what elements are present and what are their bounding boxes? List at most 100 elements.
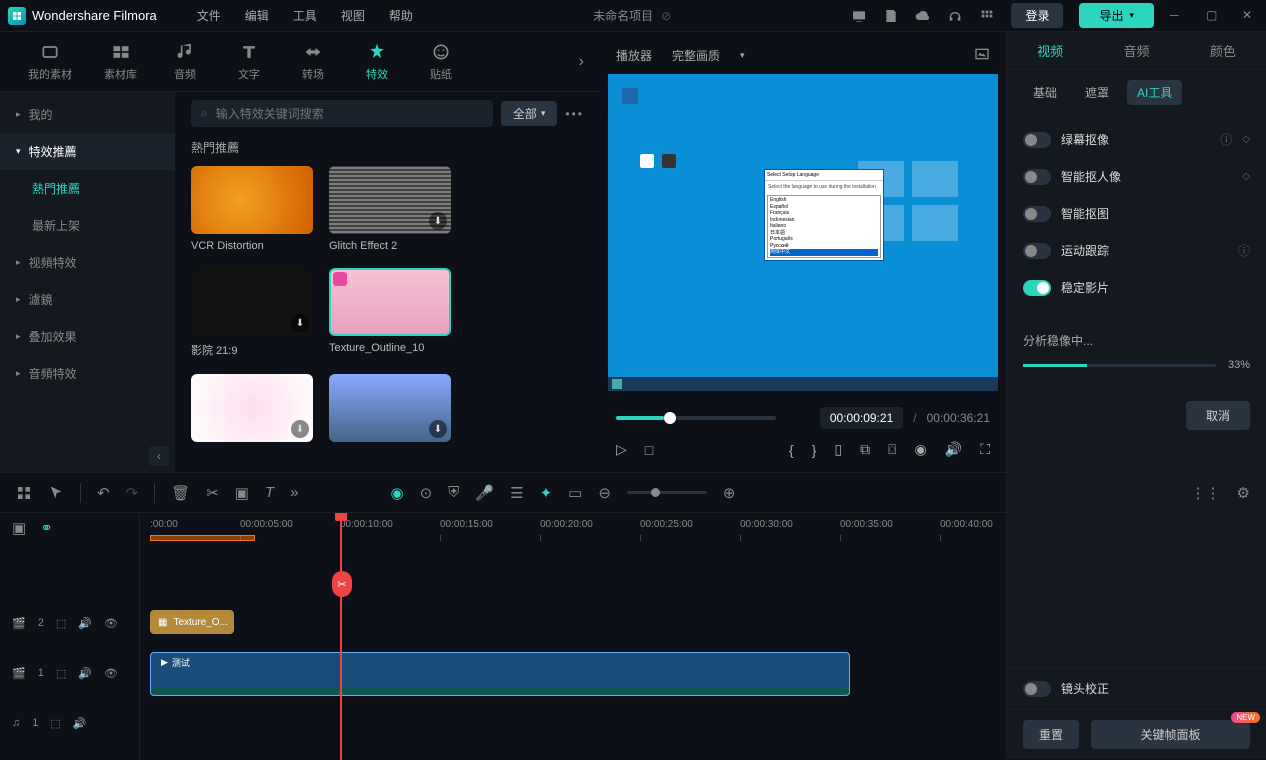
toggle-cutout[interactable] <box>1023 206 1051 222</box>
eye-icon[interactable]: 👁 <box>104 667 118 680</box>
loop-range[interactable] <box>150 535 255 541</box>
subtab-mask[interactable]: 遮罩 <box>1075 80 1119 105</box>
tl-link-icon[interactable]: ⚭ <box>40 519 53 537</box>
tl-undo-icon[interactable]: ↶ <box>97 484 110 502</box>
tl-text-icon[interactable]: T <box>265 484 274 501</box>
effect-card[interactable]: ⬇影院 21:9 <box>191 268 313 358</box>
apps-icon[interactable] <box>979 8 995 24</box>
subtab-basic[interactable]: 基础 <box>1023 80 1067 105</box>
tl-redo-icon[interactable]: ↷ <box>126 484 139 502</box>
close-icon[interactable]: ✕ <box>1242 8 1258 24</box>
track-header-audio[interactable]: ♫1⬚🔊 <box>0 698 139 748</box>
volume-icon[interactable]: 🔊 <box>78 617 92 630</box>
info-icon[interactable]: ⓘ <box>1220 131 1232 148</box>
effect-card[interactable]: VCR Distortion <box>191 166 313 252</box>
lock-icon[interactable]: ⬚ <box>56 617 66 630</box>
login-button[interactable]: 登录 <box>1011 3 1063 28</box>
effect-card[interactable]: ⬇ <box>329 374 451 448</box>
tl-speed-icon[interactable]: ⊙ <box>420 484 433 502</box>
info-icon[interactable]: ⓘ <box>1238 242 1250 259</box>
tl-magnet-icon[interactable]: ✦ <box>540 484 553 502</box>
toggle-portrait[interactable] <box>1023 169 1051 185</box>
bracket-out-icon[interactable]: } <box>812 442 817 458</box>
cut-marker-icon[interactable]: ✂ <box>332 571 352 597</box>
effect-card[interactable]: ⬇ <box>191 374 313 448</box>
tl-zoom-in-icon[interactable]: ⊕ <box>723 484 736 502</box>
prop-tab-audio[interactable]: 音频 <box>1093 32 1179 69</box>
tab-effects[interactable]: 特效 <box>349 38 405 86</box>
bracket-in-icon[interactable]: { <box>789 442 794 458</box>
sidebar-item-hot[interactable]: 熱門推薦 <box>0 170 175 207</box>
fullscreen-icon[interactable]: ⛶ <box>980 441 990 458</box>
tl-zoom-out-icon[interactable]: ⊖ <box>598 484 611 502</box>
tab-text[interactable]: 文字 <box>221 38 277 86</box>
tl-shield-icon[interactable]: ⛨ <box>448 484 459 501</box>
sidebar-item-recommend[interactable]: ▾特效推薦 <box>0 133 175 170</box>
toggle-stabilize[interactable] <box>1023 280 1051 296</box>
download-icon[interactable]: ⬇ <box>429 420 447 438</box>
tl-cut-icon[interactable]: ✂ <box>206 484 219 502</box>
tab-library[interactable]: 素材库 <box>92 38 149 86</box>
stop-icon[interactable]: □ <box>645 442 653 458</box>
tl-ai-icon[interactable]: ◉ <box>390 484 403 502</box>
track-fx[interactable]: ▦Texture_O... <box>140 598 1266 648</box>
preview-viewport[interactable]: Select Setup Language Select the languag… <box>608 74 998 391</box>
display-icon[interactable]: ⌼ <box>888 441 896 458</box>
clip-effect[interactable]: ▦Texture_O... <box>150 610 234 634</box>
sidebar-item-audio-fx[interactable]: ▸音頻特效 <box>0 355 175 392</box>
volume-icon[interactable]: 🔊 <box>78 667 92 680</box>
tl-settings-icon[interactable]: ⚙ <box>1237 484 1250 502</box>
headphones-icon[interactable] <box>947 8 963 24</box>
menu-view[interactable]: 视图 <box>341 7 365 24</box>
filter-dropdown[interactable]: 全部▾ <box>501 101 558 126</box>
zoom-slider[interactable] <box>627 491 707 494</box>
sidebar-item-video-fx[interactable]: ▸视頻特效 <box>0 244 175 281</box>
sidebar-item-overlay[interactable]: ▸叠加效果 <box>0 318 175 355</box>
prop-tab-color[interactable]: 颜色 <box>1180 32 1266 69</box>
more-options-icon[interactable]: ••• <box>565 107 584 121</box>
eye-icon[interactable]: 👁 <box>104 617 118 630</box>
tl-marker-icon[interactable]: ▭ <box>568 484 582 502</box>
chevron-icon[interactable]: ◇ <box>1242 171 1250 182</box>
save-icon[interactable] <box>883 8 899 24</box>
maximize-icon[interactable]: ▢ <box>1206 8 1222 24</box>
cancel-button[interactable]: 取消 <box>1186 401 1250 430</box>
sidebar-collapse-icon[interactable]: ‹ <box>149 446 169 466</box>
toggle-motion-track[interactable] <box>1023 243 1051 259</box>
camera-icon[interactable]: ◉ <box>915 441 927 458</box>
track-audio[interactable] <box>140 698 1266 748</box>
effect-card[interactable]: ⬇Glitch Effect 2 <box>329 166 451 252</box>
effect-card[interactable]: Texture_Outline_10 <box>329 268 451 358</box>
tl-cursor-icon[interactable] <box>48 485 64 501</box>
lock-icon[interactable]: ⬚ <box>50 717 60 730</box>
lock-icon[interactable]: ⬚ <box>56 667 66 680</box>
tl-mic-icon[interactable]: 🎤 <box>475 484 494 502</box>
timeline-ruler[interactable]: :00:00 00:00:05:00 00:00:10:00 00:00:15:… <box>140 513 1266 543</box>
minimize-icon[interactable]: ─ <box>1170 8 1186 24</box>
seek-slider[interactable] <box>616 416 776 420</box>
prop-tab-video[interactable]: 视频 <box>1007 32 1093 69</box>
track-header-video[interactable]: 🎬1⬚🔊👁 <box>0 648 139 698</box>
menu-help[interactable]: 帮助 <box>389 7 413 24</box>
volume-icon[interactable]: 🔊 <box>73 717 87 730</box>
clip-video[interactable]: ▶测试 <box>150 652 850 696</box>
tabs-more-icon[interactable]: › <box>579 53 584 71</box>
sidebar-item-my[interactable]: ▸我的 <box>0 96 175 133</box>
cloud-icon[interactable] <box>915 8 931 24</box>
tl-list-icon[interactable]: ☰ <box>510 484 523 502</box>
tl-more-icon[interactable]: » <box>290 484 298 501</box>
tab-transition[interactable]: 转场 <box>285 38 341 86</box>
compare-icon[interactable]: ⧉ <box>860 441 870 458</box>
export-button[interactable]: 导出▾ <box>1079 3 1154 28</box>
quality-dropdown[interactable]: 完整画质▾ <box>672 47 745 64</box>
tl-crop-icon[interactable]: ▣ <box>235 484 249 502</box>
download-icon[interactable]: ⬇ <box>429 212 447 230</box>
tab-stickers[interactable]: 贴纸 <box>413 38 469 86</box>
tab-my-media[interactable]: 我的素材 <box>16 38 84 86</box>
download-icon[interactable]: ⬇ <box>291 314 309 332</box>
sidebar-item-filters[interactable]: ▸濾鏡 <box>0 281 175 318</box>
menu-edit[interactable]: 编辑 <box>245 7 269 24</box>
crop-icon[interactable]: ▯ <box>834 441 842 458</box>
device-icon[interactable] <box>851 8 867 24</box>
volume-icon[interactable]: 🔊 <box>945 441 962 458</box>
